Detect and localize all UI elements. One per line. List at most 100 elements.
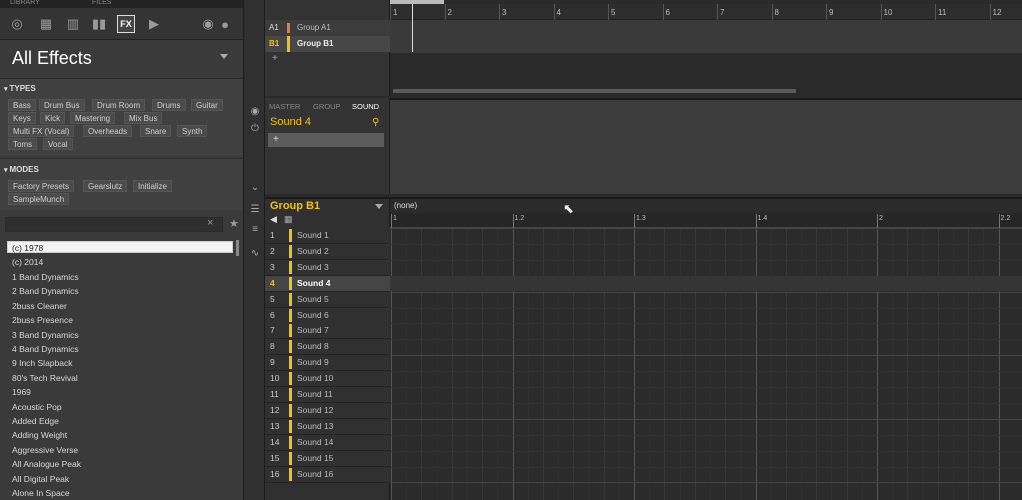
- sound-row[interactable]: 5 Sound 5: [265, 291, 390, 308]
- factory-icon[interactable]: ◉: [199, 15, 217, 33]
- sound-row[interactable]: 10 Sound 10: [265, 371, 390, 388]
- type-tag[interactable]: Vocal: [43, 138, 73, 150]
- chevron-down-icon[interactable]: [375, 204, 383, 209]
- type-tag[interactable]: Drum Room: [92, 99, 146, 111]
- type-tag[interactable]: Bass: [8, 99, 36, 111]
- search-icon[interactable]: ⚲: [372, 117, 379, 128]
- star-icon[interactable]: ★: [229, 217, 239, 230]
- sample-icon[interactable]: ▶: [145, 15, 163, 33]
- list-item[interactable]: (c) 2014: [12, 257, 43, 267]
- sound-row[interactable]: 4 Sound 4: [265, 275, 390, 292]
- sound-row[interactable]: 16 Sound 16: [265, 466, 390, 483]
- list-item[interactable]: 1 Band Dynamics: [12, 272, 79, 282]
- project-icon[interactable]: ◎: [8, 15, 26, 33]
- sound-row[interactable]: 3 Sound 3: [265, 259, 390, 276]
- type-tag[interactable]: Kick: [40, 112, 66, 124]
- list-item[interactable]: Added Edge: [12, 416, 59, 426]
- list-item[interactable]: (c) 1978: [12, 243, 43, 253]
- sound-row[interactable]: 9 Sound 9: [265, 355, 390, 372]
- search-input[interactable]: [5, 217, 223, 232]
- mode-tag[interactable]: Gearslutz: [83, 180, 128, 192]
- pattern-view-icon[interactable]: ☰: [249, 204, 261, 216]
- list-item[interactable]: All Digital Peak: [12, 474, 69, 484]
- sound-row[interactable]: 1 Sound 1: [265, 228, 390, 244]
- type-tag[interactable]: Drum Bus: [39, 99, 85, 111]
- page-title: All Effects: [12, 48, 92, 68]
- list-view-icon[interactable]: ≡: [249, 224, 261, 236]
- arranger-ruler[interactable]: [390, 4, 1022, 20]
- group-row-b1[interactable]: B1 Group B1: [265, 36, 390, 52]
- pattern-grid[interactable]: [390, 197, 1022, 500]
- type-tag[interactable]: Guitar: [191, 99, 223, 111]
- group-row-a1[interactable]: A1 Group A1: [265, 20, 390, 36]
- sound-row[interactable]: 6 Sound 6: [265, 307, 390, 324]
- tab-sound[interactable]: SOUND: [352, 102, 379, 111]
- type-tag[interactable]: Mastering: [70, 112, 116, 124]
- horizontal-scrollbar[interactable]: [393, 89, 796, 93]
- sound-row[interactable]: 11 Sound 11: [265, 387, 390, 403]
- list-item[interactable]: Acoustic Pop: [12, 402, 62, 412]
- sound-row[interactable]: 12 Sound 12: [265, 402, 390, 419]
- playhead[interactable]: [412, 4, 413, 52]
- ruler-tick: [390, 4, 391, 20]
- mode-tag[interactable]: Initialize: [133, 180, 172, 192]
- list-item[interactable]: Aggressive Verse: [12, 445, 78, 455]
- instrument-icon[interactable]: ▮▮: [90, 15, 108, 33]
- tab-library[interactable]: LIBRARY: [10, 0, 40, 6]
- loop-range[interactable]: [390, 0, 444, 4]
- chevron-down-icon[interactable]: [220, 54, 228, 59]
- pattern-group-title[interactable]: Group B1: [270, 200, 320, 212]
- ruler-tick: [608, 4, 609, 20]
- type-tag[interactable]: Drums: [152, 99, 186, 111]
- sound-icon[interactable]: ▥: [64, 15, 82, 33]
- sound-row[interactable]: 7 Sound 7: [265, 323, 390, 340]
- grid-line: [558, 228, 560, 500]
- add-group-button[interactable]: +: [272, 53, 278, 64]
- pattern-ruler[interactable]: [390, 213, 1022, 228]
- list-item[interactable]: 1969: [12, 387, 31, 397]
- tab-master[interactable]: MASTER: [269, 102, 300, 111]
- list-item[interactable]: 80's Tech Revival: [12, 373, 78, 383]
- type-tag[interactable]: Mix Bus: [124, 112, 163, 124]
- sound-row[interactable]: 13 Sound 13: [265, 418, 390, 435]
- clear-search-icon[interactable]: ×: [207, 217, 213, 229]
- list-item[interactable]: 2buss Presence: [12, 315, 73, 325]
- list-scrollbar[interactable]: [236, 240, 239, 256]
- type-tag[interactable]: Synth: [177, 125, 208, 137]
- group-icon[interactable]: ▦: [37, 15, 55, 33]
- pattern-name[interactable]: (none): [394, 201, 417, 210]
- plugin-icon[interactable]: ⏻: [249, 123, 261, 135]
- user-icon[interactable]: ●: [216, 15, 234, 33]
- collapse-icon[interactable]: ⌄: [249, 182, 261, 194]
- mode-tag[interactable]: SampleMunch: [8, 193, 70, 205]
- sound-row[interactable]: 8 Sound 8: [265, 339, 390, 356]
- list-item[interactable]: 3 Band Dynamics: [12, 330, 79, 340]
- list-item[interactable]: 4 Band Dynamics: [12, 344, 79, 354]
- arranger-track-area[interactable]: [390, 20, 1022, 53]
- list-item[interactable]: 2buss Cleaner: [12, 301, 67, 311]
- mode-tag[interactable]: Factory Presets: [8, 180, 75, 192]
- type-tag[interactable]: Snare: [140, 125, 172, 137]
- type-tag[interactable]: Toms: [8, 138, 38, 150]
- tab-files[interactable]: FILES: [92, 0, 111, 6]
- type-tag[interactable]: Overheads: [83, 125, 133, 137]
- grid-line: [573, 228, 575, 500]
- sound-row[interactable]: 15 Sound 15: [265, 450, 390, 467]
- grid-icon[interactable]: ▦: [284, 214, 293, 225]
- ruler-tick: [935, 4, 936, 20]
- list-item[interactable]: All Analogue Peak: [12, 459, 81, 469]
- waveform-icon[interactable]: ∿: [249, 248, 261, 260]
- list-item[interactable]: Alone In Space: [12, 488, 70, 498]
- sound-row[interactable]: 14 Sound 14: [265, 434, 390, 451]
- sound-row[interactable]: 2 Sound 2: [265, 243, 390, 260]
- speaker-icon[interactable]: ◀: [270, 214, 277, 225]
- add-plugin-slot[interactable]: +: [268, 133, 384, 147]
- tab-group[interactable]: GROUP: [313, 102, 341, 111]
- list-item[interactable]: 9 Inch Slapback: [12, 358, 72, 368]
- record-icon[interactable]: ◉: [249, 106, 261, 118]
- fx-icon[interactable]: FX: [117, 15, 135, 33]
- type-tag[interactable]: Keys: [8, 112, 36, 124]
- list-item[interactable]: 2 Band Dynamics: [12, 286, 79, 296]
- type-tag[interactable]: Multi FX (Vocal): [8, 125, 75, 137]
- list-item[interactable]: Adding Weight: [12, 430, 67, 440]
